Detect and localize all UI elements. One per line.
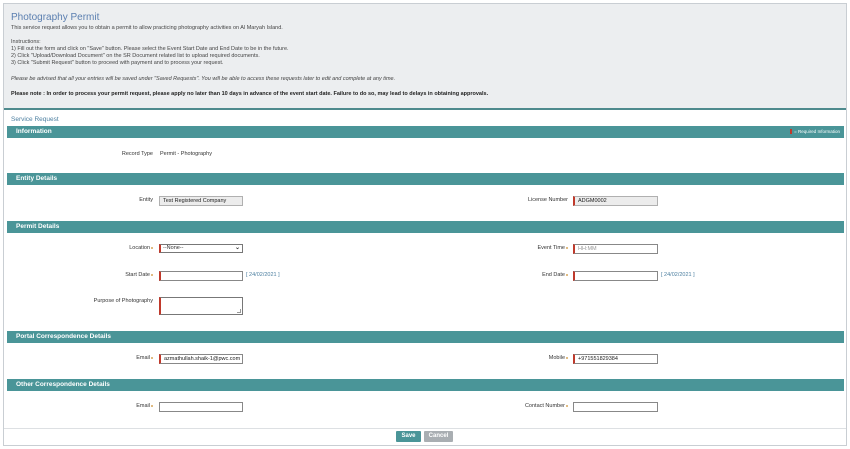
- end-date-label-text: End Date: [542, 272, 565, 278]
- entity-field[interactable]: Test Registered Company: [159, 196, 243, 206]
- note-text: Please note : In order to process your p…: [11, 91, 489, 97]
- portal-mobile-label: Mobile: [500, 355, 568, 361]
- portal-mobile-label-text: Mobile: [548, 355, 565, 361]
- service-request-label: Service Request: [11, 116, 59, 123]
- footer-divider: [4, 428, 846, 429]
- cancel-button[interactable]: Cancel: [424, 431, 453, 442]
- portal-mobile-input[interactable]: +971551829384: [573, 354, 658, 364]
- section-title: Permit Details: [16, 223, 60, 230]
- location-label: Location: [100, 245, 153, 251]
- license-number-field[interactable]: ADGM0002: [573, 196, 658, 206]
- start-date-label-text: Start Date: [125, 272, 150, 278]
- end-date-today-link[interactable]: [ 24/02/2021 ]: [661, 272, 695, 278]
- section-permit-details: Permit Details: [7, 221, 844, 233]
- section-title: Entity Details: [16, 175, 58, 182]
- section-title: Information: [16, 128, 52, 135]
- section-title: Other Correspondence Details: [16, 381, 110, 388]
- license-number-label: License Number: [527, 197, 568, 203]
- instruction-step-3: 3) Click "Submit Request" button to proc…: [11, 60, 224, 66]
- required-marker-icon: [790, 129, 793, 135]
- section-portal-correspondence: Portal Correspondence Details: [7, 331, 844, 343]
- required-dot-icon: [566, 246, 568, 249]
- end-date-label: End Date: [500, 272, 568, 278]
- required-legend-text: = Required Information: [794, 129, 840, 134]
- required-legend: = Required Information: [790, 126, 840, 138]
- record-type-label: Record Type: [121, 151, 153, 157]
- required-dot-icon: [566, 356, 568, 359]
- portal-email-label-text: Email: [136, 355, 150, 361]
- entity-label: Entity: [139, 197, 153, 203]
- instructions-heading: Instructions:: [11, 39, 41, 45]
- location-select[interactable]: --None-- ⌄: [159, 244, 243, 253]
- required-dot-icon: [151, 356, 153, 359]
- contact-number-input[interactable]: [573, 402, 658, 412]
- event-time-label: Event Time: [500, 245, 568, 251]
- page-title: Photography Permit: [11, 12, 100, 23]
- start-date-input[interactable]: [159, 271, 243, 281]
- required-dot-icon: [566, 404, 568, 407]
- record-type-value: Permit - Photography: [160, 151, 212, 157]
- advice-text: Please be advised that all your entries …: [11, 76, 396, 82]
- section-entity-details: Entity Details: [7, 173, 844, 185]
- section-title: Portal Correspondence Details: [16, 333, 111, 340]
- purpose-textarea[interactable]: [159, 297, 243, 315]
- chevron-down-icon: ⌄: [234, 245, 240, 251]
- event-time-input[interactable]: HH:MM: [573, 244, 658, 254]
- other-email-label: Email: [100, 403, 153, 409]
- required-dot-icon: [151, 246, 153, 249]
- event-time-label-text: Event Time: [537, 245, 565, 251]
- other-email-input[interactable]: [159, 402, 243, 412]
- section-information: Information = Required Information: [7, 126, 844, 138]
- required-dot-icon: [151, 273, 153, 276]
- other-email-label-text: Email: [136, 403, 150, 409]
- portal-email-input[interactable]: azmathullah.shaik-1@pwc.com: [159, 354, 243, 364]
- location-selected-value: --None--: [163, 245, 184, 251]
- start-date-today-link[interactable]: [ 24/02/2021 ]: [246, 272, 280, 278]
- purpose-label: Purpose of Photography: [93, 298, 153, 304]
- save-button[interactable]: Save: [396, 431, 421, 442]
- location-label-text: Location: [129, 245, 150, 251]
- start-date-label: Start Date: [100, 272, 153, 278]
- contact-number-label-text: Contact Number: [524, 403, 565, 409]
- portal-email-label: Email: [100, 355, 153, 361]
- resize-grip-icon[interactable]: [237, 309, 241, 313]
- section-other-correspondence: Other Correspondence Details: [7, 379, 844, 391]
- required-dot-icon: [151, 404, 153, 407]
- instruction-step-1: 1) Fill out the form and click on "Save"…: [11, 46, 289, 52]
- header-divider: [4, 108, 846, 110]
- page-header: Photography Permit This service request …: [4, 4, 846, 108]
- required-dot-icon: [566, 273, 568, 276]
- instruction-step-2: 2) Click "Upload/Download Document" on t…: [11, 53, 260, 59]
- intro-text: This service request allows you to obtai…: [11, 25, 283, 31]
- end-date-input[interactable]: [573, 271, 658, 281]
- contact-number-label: Contact Number: [500, 403, 568, 409]
